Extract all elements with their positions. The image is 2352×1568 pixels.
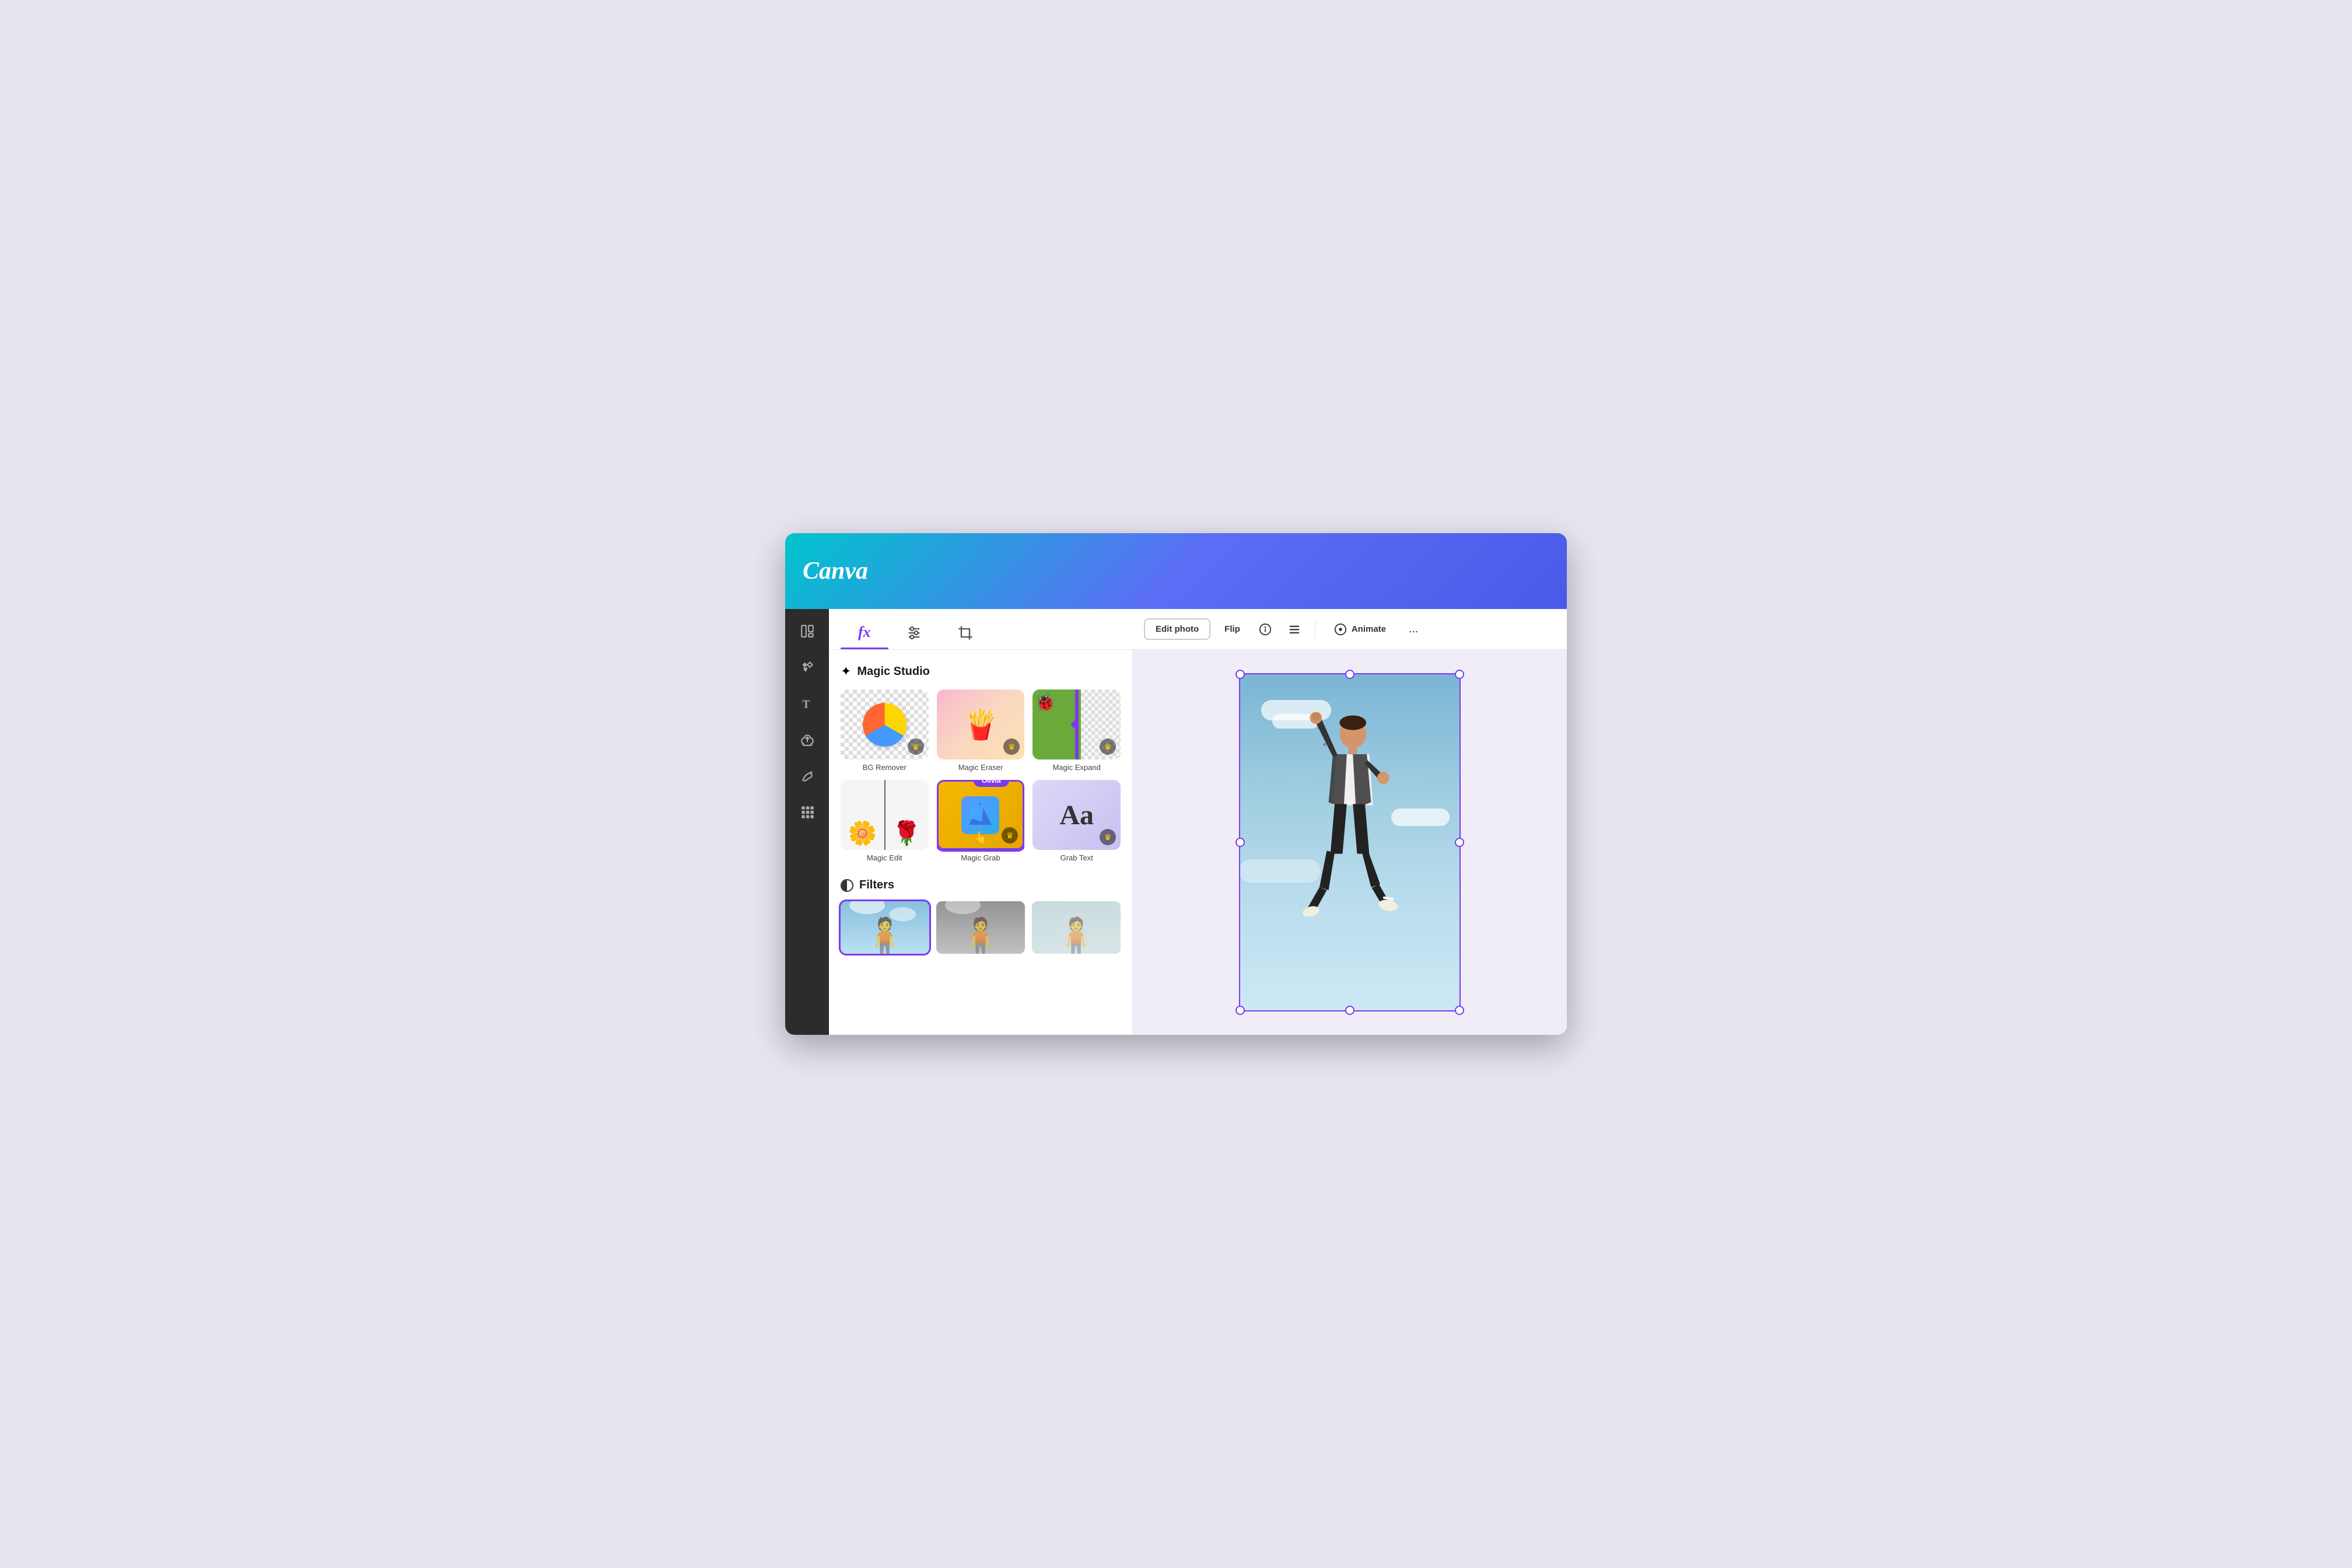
tools-content: ✦ Magic Studio ♛ BG Remover [829,650,1132,1035]
sidebar-item-text[interactable]: T [794,691,820,716]
filter-icon [841,879,853,892]
sidebar: T [785,609,829,1035]
filter-item-mono[interactable]: 🧍 [936,901,1025,954]
grab-text-label: Grab Text [1032,853,1121,862]
filter-item-original[interactable]: 🧍 [841,901,929,954]
canva-logo: Canva [803,557,868,585]
feature-grid: ♛ BG Remover 🍟 ♛ Magic Eraser [841,690,1121,862]
crown-badge-bg-remover: ♛ [908,738,924,755]
app-window: Canva [785,533,1567,1035]
photo-image [1239,673,1461,1012]
magic-eraser-label: Magic Eraser [937,763,1025,772]
photo-container[interactable] [1239,673,1461,1012]
svg-text:T: T [802,699,810,711]
feature-card-magic-expand[interactable]: 🐞 ♛ Magic Expand [1032,690,1121,772]
filters-header: Filters [841,878,1121,892]
feature-card-magic-grab[interactable]: Olivia 👆 ♛ Magic Grab [937,780,1025,862]
feature-card-bg-remover[interactable]: ♛ BG Remover [841,690,929,772]
magic-expand-label: Magic Expand [1032,763,1121,772]
feature-card-magic-edit[interactable]: 🌼 🌹 Magic Edit [841,780,929,862]
sparkle-icon: ✦ [841,664,851,679]
crown-badge-grab-text: ♛ [1100,829,1116,845]
filters-title: Filters [859,878,894,892]
sidebar-item-elements[interactable] [794,654,820,680]
svg-text:🧍: 🧍 [860,916,909,954]
info-button[interactable] [1254,618,1276,640]
magic-studio-title: Magic Studio [857,665,929,678]
edit-photo-button[interactable]: Edit photo [1144,618,1210,640]
sidebar-item-upload[interactable] [794,727,820,752]
olivia-badge: Olivia [974,780,1009,787]
feature-card-grab-text[interactable]: Aa ♛ Grab Text [1032,780,1121,862]
canvas-toolbar: Edit photo Flip [1132,609,1567,650]
filter-grid: 🧍 [841,901,1121,954]
svg-text:🧍: 🧍 [956,916,1005,954]
sidebar-item-apps[interactable] [794,799,820,825]
magic-studio-header: ✦ Magic Studio [841,664,1121,679]
tools-panel: fx [829,609,1132,1035]
app-body: T [785,609,1567,1035]
crown-badge-magic-grab: ♛ [1002,827,1018,844]
magic-edit-label: Magic Edit [841,853,929,862]
flip-button[interactable]: Flip [1217,620,1247,639]
sidebar-item-layout[interactable] [794,618,820,644]
bg-remover-label: BG Remover [841,763,929,772]
tab-adjust[interactable] [888,617,940,649]
more-button[interactable]: ... [1402,618,1424,640]
tool-tabs: fx [829,609,1132,650]
crown-badge-magic-expand: ♛ [1100,738,1116,755]
canvas-main [1132,650,1567,1035]
sidebar-item-draw[interactable] [794,763,820,789]
canvas-area: Edit photo Flip [1132,609,1567,1035]
crown-badge-magic-eraser: ♛ [1003,738,1020,755]
svg-text:🧍: 🧍 [1052,916,1100,954]
magic-grab-label: Magic Grab [937,853,1025,862]
app-header: Canva [785,533,1567,609]
animate-button[interactable]: Animate [1325,618,1395,640]
list-button[interactable] [1283,618,1306,640]
feature-card-magic-eraser[interactable]: 🍟 ♛ Magic Eraser [937,690,1025,772]
animate-label: Animate [1352,624,1386,634]
filter-item-fade[interactable]: 🧍 [1032,901,1121,954]
tab-effects[interactable]: fx [841,615,888,649]
tab-crop[interactable] [940,617,991,649]
